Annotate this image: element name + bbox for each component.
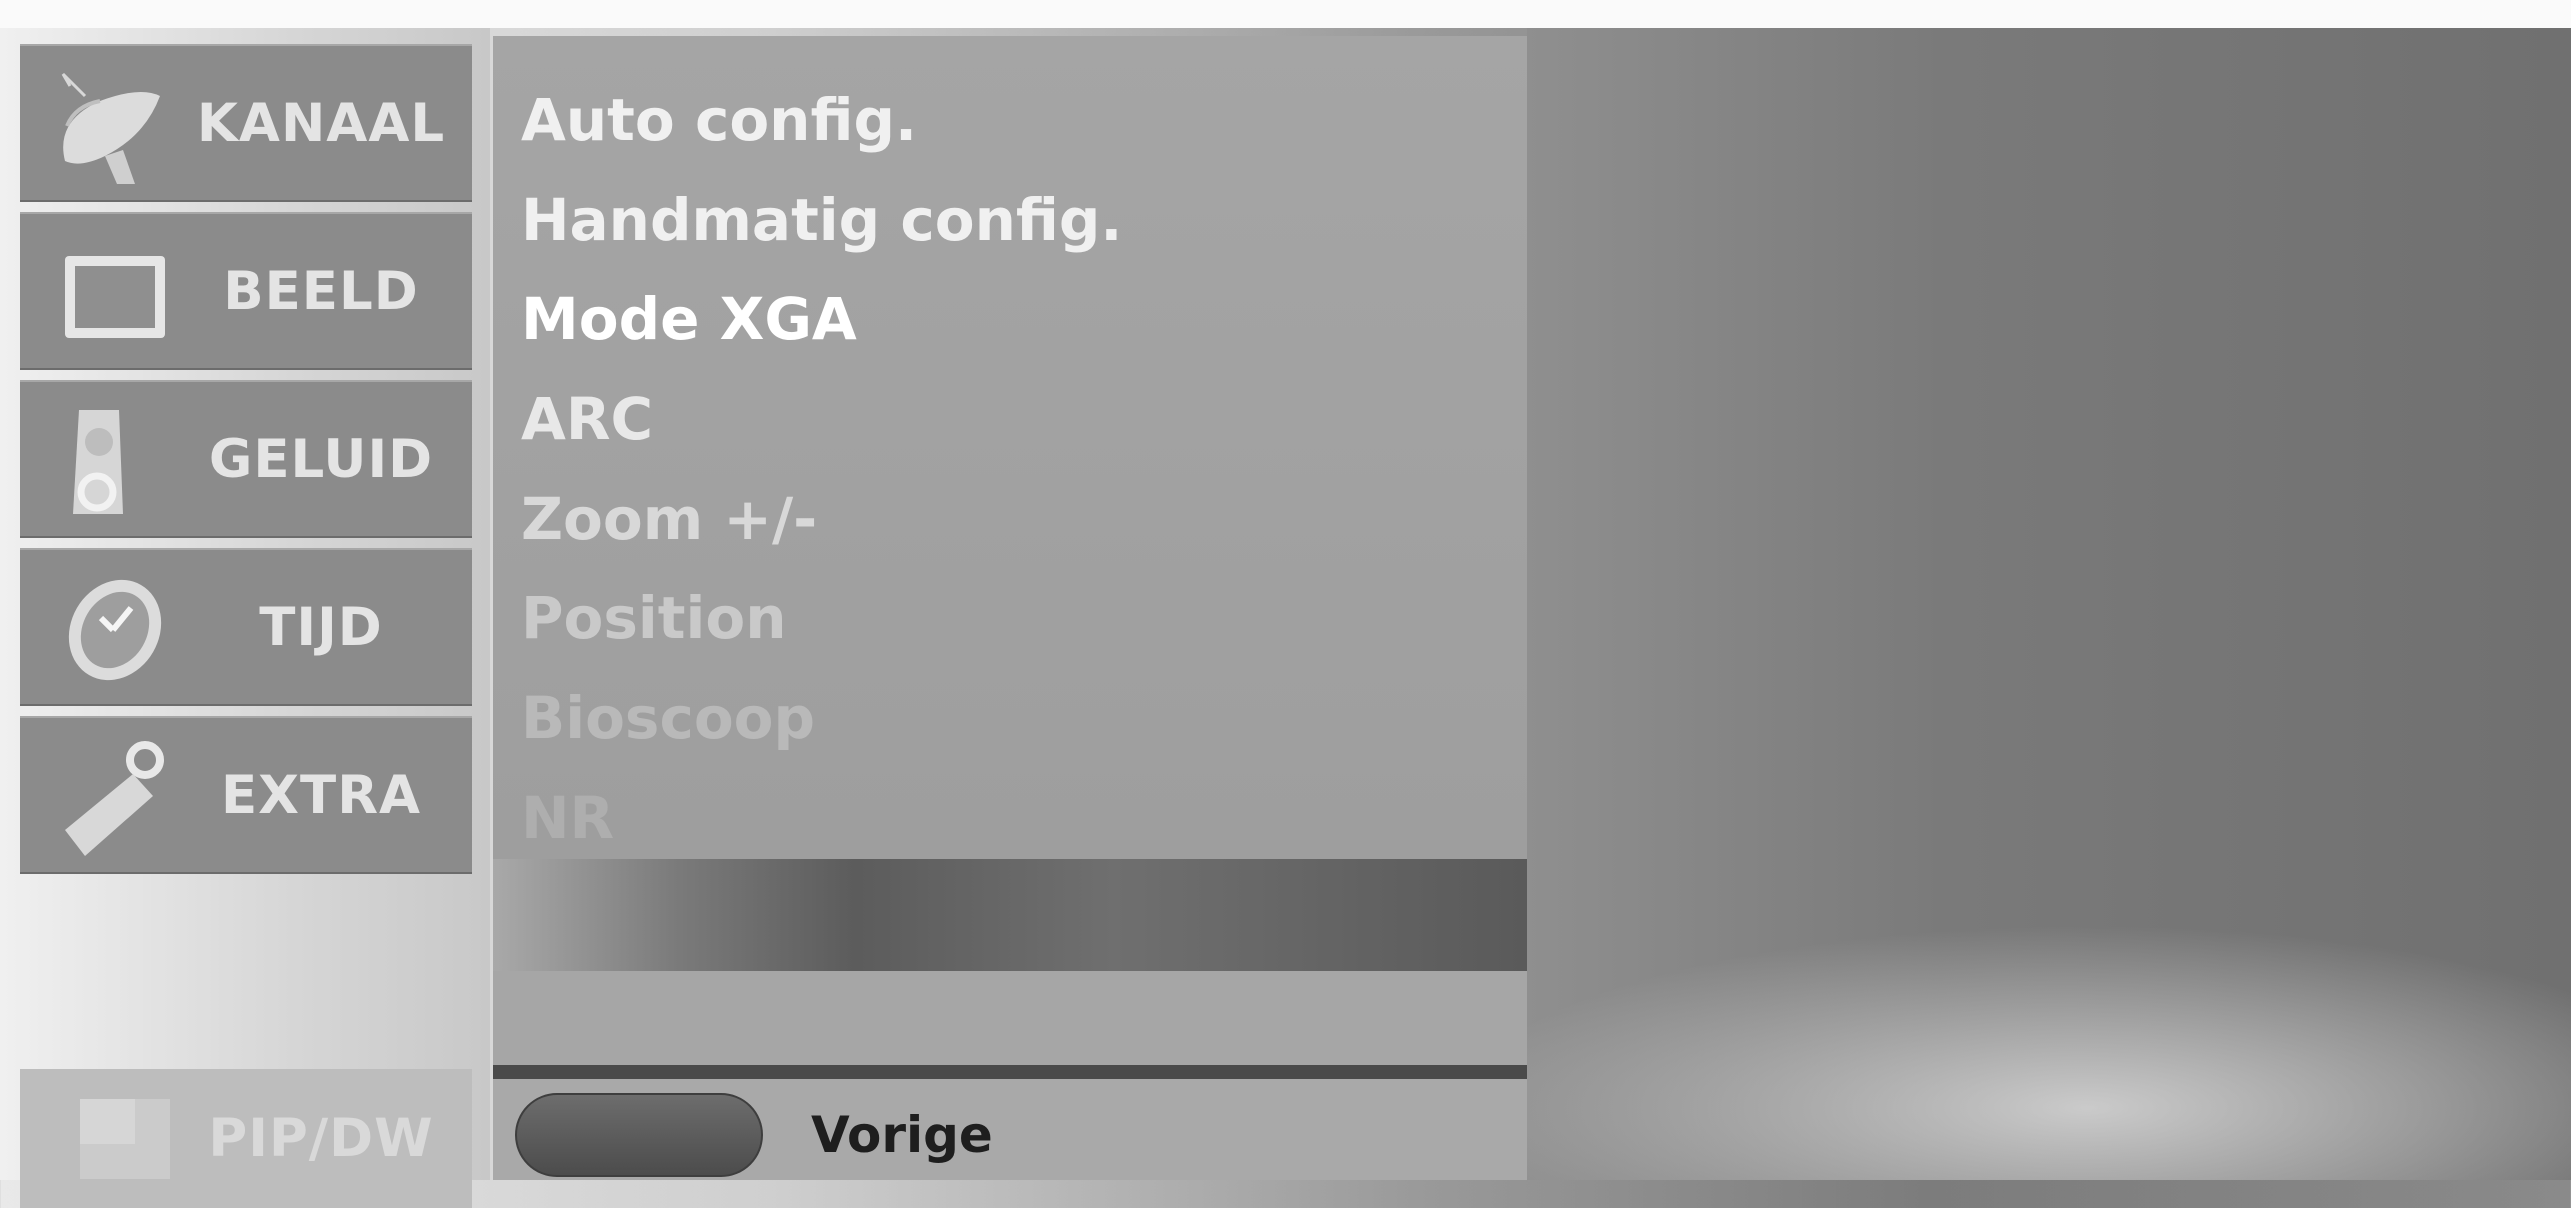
osd-screen: KANAAL BEELD GELUID TIJD EXTRA PIP/DW Au… [0,0,2571,1208]
sidebar-item-geluid[interactable]: GELUID [20,380,472,538]
speaker-icon [73,410,123,514]
video-background [1527,28,2571,1180]
menu-item-bioscoop[interactable]: Bioscoop [521,678,815,758]
sidebar-item-label: TIJD [259,596,383,658]
sidebar-item-label: KANAAL [196,92,446,154]
panel-info-band [493,971,1527,1065]
help-bar: Vorige [493,1079,1527,1180]
tag-icon [65,741,164,856]
sidebar-item-label: EXTRA [220,764,422,826]
satellite-dish-icon [61,72,160,184]
sidebar-item-label: BEELD [223,260,419,322]
menu-item-label: NR [521,784,615,838]
menu-item-nr[interactable]: NR [521,778,614,838]
main-menu-sidebar: KANAAL BEELD GELUID TIJD EXTRA PIP/DW [0,28,490,1208]
menu-item-auto-config[interactable]: Auto config. [521,80,917,160]
menu-panel: Auto config. Handmatig config. Mode XGA … [493,36,1527,859]
menu-item-label: ARC [521,385,654,453]
back-label: Vorige [811,1106,993,1164]
panel-divider-band [493,859,1527,971]
menu-item-label: Position [521,584,787,652]
sidebar-item-extra[interactable]: EXTRA [20,716,472,874]
pip-icon [80,1099,170,1179]
menu-item-label: Bioscoop [521,684,816,752]
clock-icon [68,579,162,681]
menu-item-label: Zoom +/- [521,485,818,553]
panel-separator [493,1065,1527,1079]
sidebar-item-kanaal[interactable]: KANAAL [20,44,472,202]
back-button-indicator[interactable] [515,1093,763,1177]
menu-item-label: Handmatig config. [521,186,1123,254]
menu-item-handmatig-config[interactable]: Handmatig config. [521,180,1122,260]
menu-item-arc[interactable]: ARC [521,379,653,459]
sidebar-item-pip-dw[interactable]: PIP/DW [20,1069,472,1208]
menu-item-position[interactable]: Position [521,578,787,658]
top-strip [0,0,2571,28]
sidebar-item-tijd[interactable]: TIJD [20,548,472,706]
menu-item-mode-xga[interactable]: Mode XGA [521,279,857,359]
sidebar-item-label: GELUID [208,428,434,490]
menu-item-zoom[interactable]: Zoom +/- [521,479,817,559]
sidebar-item-label: PIP/DW [208,1108,434,1169]
sidebar-item-beeld[interactable]: BEELD [20,212,472,370]
menu-item-label: Auto config. [521,86,918,154]
menu-item-label: Mode XGA [521,285,857,353]
monitor-icon [65,256,165,338]
